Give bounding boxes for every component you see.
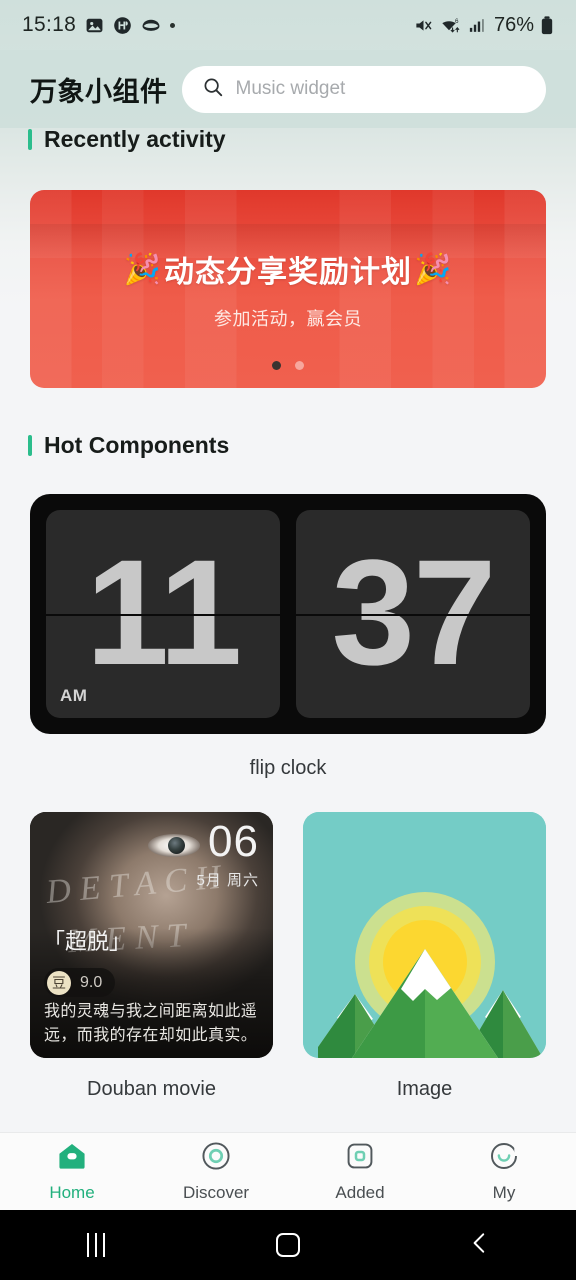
status-bar: 15:18 6 76% <box>0 0 576 50</box>
nav-label-my: My <box>492 1183 516 1202</box>
music-badge-icon <box>113 16 132 35</box>
photo-icon <box>85 16 104 35</box>
signal-icon <box>468 16 486 35</box>
nav-item-added[interactable]: Added <box>288 1140 432 1203</box>
section-header-hot: Hot Components <box>0 428 576 462</box>
status-time: 15:18 <box>22 13 77 36</box>
app-scroll-content: Recently activity 🎉 动态分享奖励计划 🎉 参加活动，赢会员 … <box>0 0 576 1280</box>
battery-icon <box>540 15 554 35</box>
compass-circle-icon <box>200 1140 232 1177</box>
section-title-hot: Hot Components <box>44 431 230 458</box>
banner-pagination <box>30 361 546 370</box>
section-accent-bar <box>28 128 32 150</box>
search-input[interactable]: Music widget <box>181 65 546 113</box>
banner-dot-2[interactable] <box>295 361 304 370</box>
douban-movie-title: 「超脱」 <box>43 929 132 954</box>
widget-label-flip-clock: flip clock <box>249 757 327 779</box>
square-added-icon <box>344 1140 376 1177</box>
home-square-icon <box>276 1233 300 1257</box>
nav-label-home: Home <box>49 1183 95 1202</box>
shell-icon <box>141 16 161 35</box>
profile-icon <box>488 1140 520 1177</box>
banner-dot-1[interactable] <box>272 361 281 370</box>
douban-bean-icon: 豆 <box>47 970 71 995</box>
flip-panel-minutes: 37 <box>296 510 530 718</box>
mute-icon <box>413 16 434 35</box>
party-popper-icon-left: 🎉 <box>123 252 162 286</box>
nav-label-discover: Discover <box>182 1183 250 1202</box>
nav-item-home[interactable]: Home <box>0 1140 144 1203</box>
nav-item-my[interactable]: My <box>432 1140 576 1203</box>
nav-label-added: Added <box>335 1183 385 1202</box>
page-title: 万象小组件 <box>30 76 168 107</box>
flip-panel-hours: 11 AM <box>46 510 280 718</box>
banner-title-row: 🎉 动态分享奖励计划 🎉 <box>124 247 453 291</box>
party-popper-icon-right: 🎉 <box>414 252 453 286</box>
douban-date-block: 06 5月 周六 <box>196 820 259 890</box>
android-back-button[interactable] <box>384 1230 576 1261</box>
mountain-sunrise-icon <box>303 812 546 1058</box>
widget-douban-movie[interactable]: DETACH MENT 06 5月 周六 「超脱」 豆 9.0 我的灵魂与我之间… <box>30 812 273 1058</box>
banner-subtitle: 参加活动，赢会员 <box>214 309 362 329</box>
widget-row: DETACH MENT 06 5月 周六 「超脱」 豆 9.0 我的灵魂与我之间… <box>0 812 576 1060</box>
recents-icon <box>87 1233 105 1257</box>
search-placeholder: Music widget <box>235 78 346 99</box>
svg-text:6: 6 <box>455 18 459 25</box>
widget-flip-clock[interactable]: 11 AM 37 <box>30 494 546 734</box>
nav-item-discover[interactable]: Discover <box>144 1140 288 1203</box>
status-bar-left: 15:18 <box>22 13 176 37</box>
clock-meridiem: AM <box>60 686 88 705</box>
douban-day-number: 06 <box>208 817 259 866</box>
douban-rating-badge: 豆 9.0 <box>44 968 116 997</box>
douban-score: 9.0 <box>80 973 103 991</box>
battery-percent: 76% <box>493 13 534 36</box>
clock-minutes: 37 <box>331 528 497 696</box>
clock-hours: 11 <box>85 528 243 696</box>
promo-banner[interactable]: 🎉 动态分享奖励计划 🎉 参加活动，赢会员 <box>30 190 546 388</box>
android-navigation-bar <box>0 1210 576 1280</box>
douban-date-text: 5月 周六 <box>196 872 259 889</box>
bottom-navigation: Home Discover Added My <box>0 1132 576 1210</box>
app-header: 万象小组件 Music widget <box>0 50 576 128</box>
dot-icon <box>170 22 176 28</box>
search-icon <box>202 76 224 103</box>
banner-title-text: 动态分享奖励计划 <box>164 256 412 289</box>
section-title-recent: Recently activity <box>44 125 226 152</box>
home-icon <box>56 1140 88 1177</box>
douban-quote: 我的灵魂与我之间距离如此遥远，而我的存在却如此真实。 <box>44 1003 258 1044</box>
section-accent-bar <box>28 434 32 456</box>
widget-image[interactable] <box>303 812 546 1058</box>
wifi-6-icon: 6 <box>440 16 462 35</box>
widget-label-douban: Douban movie <box>87 1078 216 1100</box>
android-recents-button[interactable] <box>0 1233 192 1257</box>
back-chevron-icon <box>467 1230 493 1261</box>
status-bar-right: 6 76% <box>413 14 554 37</box>
widget-label-image: Image <box>396 1078 453 1100</box>
android-home-button[interactable] <box>192 1233 384 1257</box>
